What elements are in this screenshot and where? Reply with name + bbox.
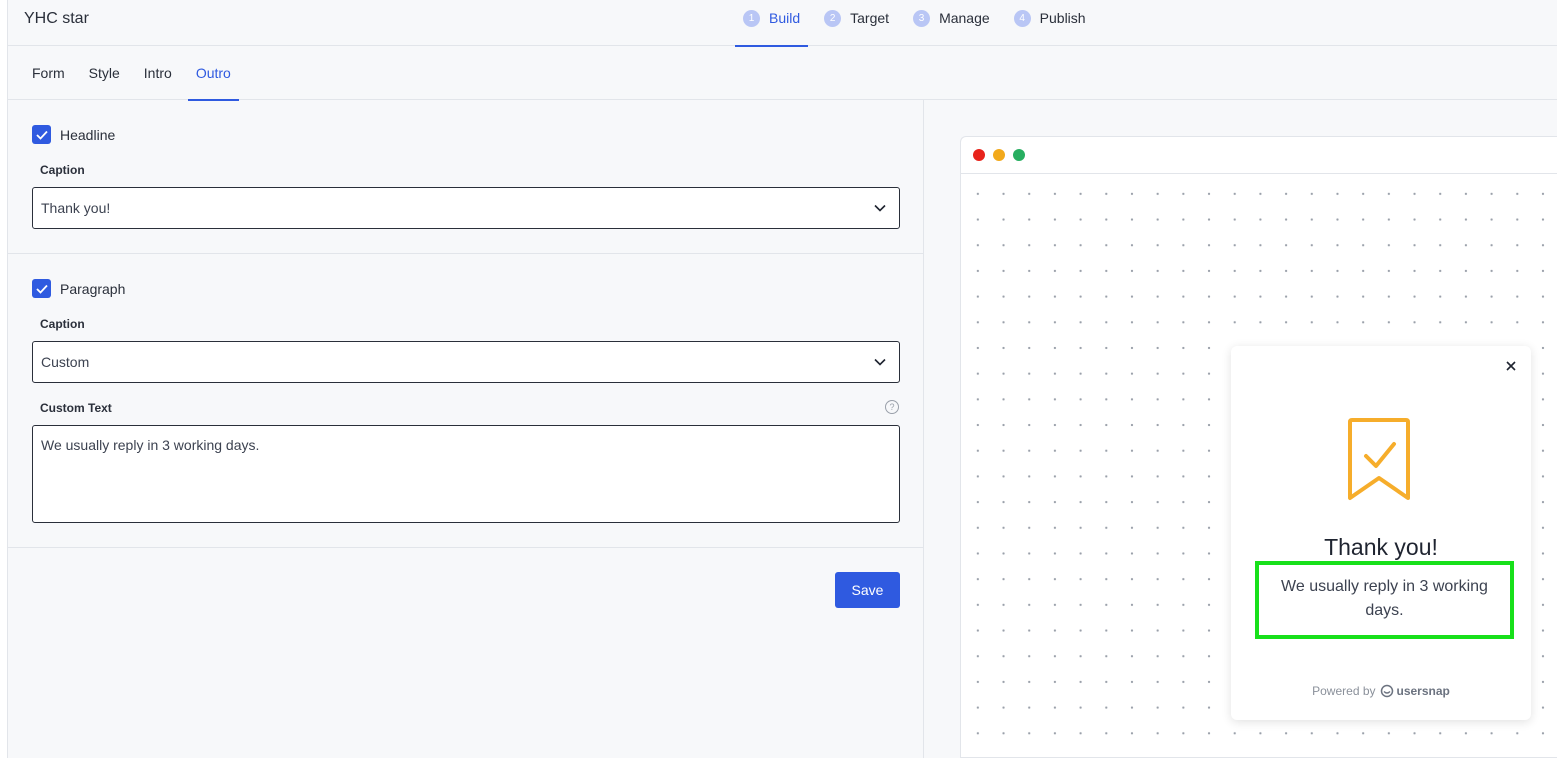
close-icon[interactable] [1503,358,1519,374]
headline-section: Headline Caption Thank you! [8,100,924,254]
browser-bar [961,137,1557,174]
chevron-down-icon [874,204,886,212]
step-build[interactable]: 1 Build [735,0,809,47]
left-rail [0,0,8,758]
step-label: Manage [939,10,990,26]
step-number: 4 [1013,9,1031,27]
paragraph-section: Paragraph Caption Custom Custom Text ? W… [8,254,924,548]
top-bar: YHC star 1 Build 2 Target 3 Manage 4 Pub… [8,0,1557,47]
headline-checkbox-row: Headline [32,125,115,144]
custom-text-textarea[interactable]: We usually reply in 3 working days. [32,425,900,523]
check-icon [35,130,48,140]
tab-intro[interactable]: Intro [136,46,180,100]
powered-by-label: Powered by [1312,684,1376,698]
settings-panel: Headline Caption Thank you! Paragraph Ca… [8,100,924,758]
step-target[interactable]: 2 Target [816,0,897,46]
paragraph-checkbox-label: Paragraph [60,280,126,297]
paragraph-checkbox[interactable] [32,279,51,298]
tab-form[interactable]: Form [24,46,73,100]
tab-outro[interactable]: Outro [187,46,239,101]
brand-name: usersnap [1396,684,1450,698]
widget-text: We usually reply in 3 working days. [1255,561,1514,639]
step-label: Build [769,10,801,26]
chevron-down-icon [874,358,886,366]
ribbon-check-icon [1348,418,1410,500]
step-number: 1 [743,9,760,27]
step-publish[interactable]: 4 Publish [1006,0,1094,46]
feedback-widget: Thank you! We usually reply in 3 working… [1231,346,1531,720]
app-title: YHC star [24,10,89,27]
paragraph-caption-select[interactable]: Custom [32,341,900,383]
sub-tabs: Form Style Intro Outro [8,46,1557,101]
paragraph-caption-label: Caption [40,317,85,331]
custom-text-label: Custom Text [40,401,112,415]
close-window-dot [973,149,985,161]
step-label: Target [850,10,890,26]
step-nav: 1 Build 2 Target 3 Manage 4 Publish [735,0,1102,47]
headline-caption-select[interactable]: Thank you! [32,187,900,229]
usersnap-logo-icon [1380,684,1393,698]
step-label: Publish [1039,10,1086,26]
powered-by: Powered by usersnap [1231,684,1531,698]
paragraph-caption-value: Custom [41,354,90,370]
save-button[interactable]: Save [835,572,900,608]
paragraph-checkbox-row: Paragraph [32,279,125,298]
headline-checkbox[interactable] [32,125,51,144]
help-icon[interactable]: ? [885,400,899,414]
headline-caption-value: Thank you! [41,200,111,216]
step-number: 2 [824,9,842,27]
headline-caption-label: Caption [40,163,85,177]
maximize-window-dot [1013,149,1025,161]
headline-checkbox-label: Headline [60,126,116,143]
widget-title: Thank you! [1324,534,1438,560]
minimize-window-dot [993,149,1005,161]
check-icon [35,284,48,294]
step-manage[interactable]: 3 Manage [905,0,998,46]
step-number: 3 [913,9,931,27]
brand-link[interactable]: usersnap [1380,684,1450,698]
tab-style[interactable]: Style [81,46,128,100]
